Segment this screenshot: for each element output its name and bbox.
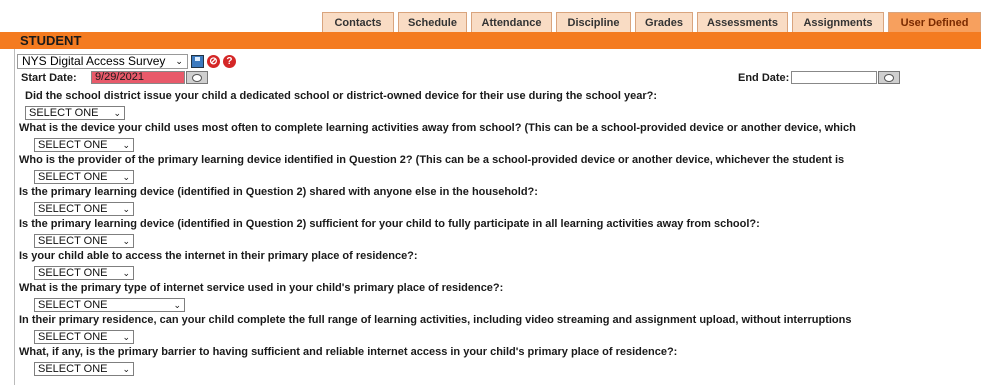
question-4: Is the primary learning device (identifi… — [19, 186, 538, 198]
chevron-down-icon: ⌄ — [122, 139, 130, 150]
answer-value: SELECT ONE — [38, 331, 108, 343]
start-date-calendar-icon[interactable] — [186, 71, 208, 84]
answer-value: SELECT ONE — [38, 299, 108, 311]
question-7: What is the primary type of internet ser… — [19, 282, 504, 294]
answer-value: SELECT ONE — [38, 139, 108, 151]
answer-select-2[interactable]: SELECT ONE ⌄ — [34, 138, 134, 152]
tab-assignments[interactable]: Assignments — [792, 12, 884, 32]
chevron-down-icon: ⌄ — [122, 267, 130, 278]
tab-grades[interactable]: Grades — [635, 12, 693, 32]
date-row: Start Date: 9/29/2021 End Date: — [15, 71, 981, 87]
answer-select-7[interactable]: SELECT ONE ⌄ — [34, 298, 185, 312]
question-6: Is your child able to access the interne… — [19, 250, 418, 262]
survey-toolbar: NYS Digital Access Survey ⌄ ⊘ ? — [17, 53, 236, 69]
chevron-down-icon: ⌄ — [122, 331, 130, 342]
answer-select-6[interactable]: SELECT ONE ⌄ — [34, 266, 134, 280]
end-date-input[interactable] — [791, 71, 877, 84]
tab-user-defined[interactable]: User Defined — [888, 12, 981, 32]
answer-value: SELECT ONE — [38, 171, 108, 183]
chevron-down-icon: ⌄ — [122, 363, 130, 374]
question-2: What is the device your child uses most … — [19, 122, 856, 134]
question-8: In their primary residence, can your chi… — [19, 314, 852, 326]
chevron-down-icon: ⌄ — [122, 203, 130, 214]
answer-select-9[interactable]: SELECT ONE ⌄ — [34, 362, 134, 376]
end-date-label: End Date: — [738, 72, 790, 84]
question-5: Is the primary learning device (identifi… — [19, 218, 760, 230]
answer-value: SELECT ONE — [38, 203, 108, 215]
answer-select-4[interactable]: SELECT ONE ⌄ — [34, 202, 134, 216]
chevron-down-icon: ⌄ — [113, 107, 121, 118]
question-1: Did the school district issue your child… — [25, 90, 658, 102]
chevron-down-icon: ⌄ — [175, 55, 183, 66]
save-icon[interactable] — [190, 54, 204, 68]
tab-schedule[interactable]: Schedule — [398, 12, 467, 32]
question-3: Who is the provider of the primary learn… — [19, 154, 845, 166]
tab-attendance[interactable]: Attendance — [471, 12, 552, 32]
answer-select-3[interactable]: SELECT ONE ⌄ — [34, 170, 134, 184]
chevron-down-icon: ⌄ — [173, 299, 181, 310]
survey-select[interactable]: NYS Digital Access Survey ⌄ — [17, 53, 188, 69]
tab-bar: Contacts Schedule Attendance Discipline … — [0, 12, 981, 32]
tab-discipline[interactable]: Discipline — [556, 12, 631, 32]
page-title: STUDENT — [0, 32, 981, 49]
question-9: What, if any, is the primary barrier to … — [19, 346, 678, 358]
tab-contacts[interactable]: Contacts — [322, 12, 394, 32]
survey-select-value: NYS Digital Access Survey — [22, 54, 166, 68]
help-icon[interactable]: ? — [222, 54, 236, 68]
answer-value: SELECT ONE — [29, 107, 99, 119]
start-date-label: Start Date: — [21, 72, 77, 84]
top-band — [0, 0, 981, 12]
answer-select-8[interactable]: SELECT ONE ⌄ — [34, 330, 134, 344]
answer-select-1[interactable]: SELECT ONE ⌄ — [25, 106, 125, 120]
answer-value: SELECT ONE — [38, 235, 108, 247]
answer-value: SELECT ONE — [38, 363, 108, 375]
survey-panel: NYS Digital Access Survey ⌄ ⊘ ? Start Da… — [14, 49, 981, 385]
end-date-calendar-icon[interactable] — [878, 71, 900, 84]
tab-assessments[interactable]: Assessments — [697, 12, 788, 32]
chevron-down-icon: ⌄ — [122, 235, 130, 246]
answer-value: SELECT ONE — [38, 267, 108, 279]
answer-select-5[interactable]: SELECT ONE ⌄ — [34, 234, 134, 248]
start-date-input[interactable]: 9/29/2021 — [91, 71, 185, 84]
chevron-down-icon: ⌄ — [122, 171, 130, 182]
delete-icon[interactable]: ⊘ — [206, 54, 220, 68]
